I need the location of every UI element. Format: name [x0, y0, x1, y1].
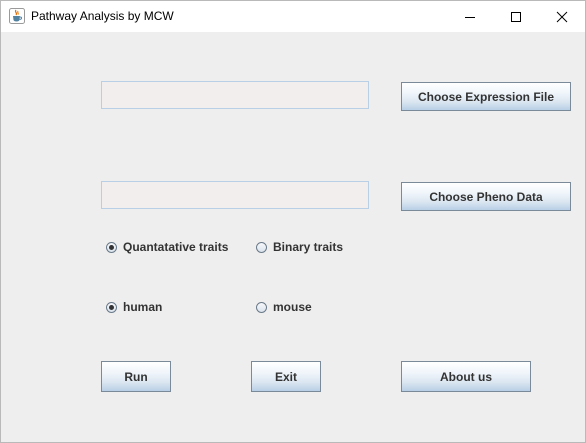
radio-binary-traits[interactable]: Binary traits	[256, 239, 343, 255]
radio-human[interactable]: human	[106, 299, 162, 315]
choose-expression-file-button[interactable]: Choose Expression File	[401, 82, 571, 111]
pheno-data-field[interactable]	[101, 181, 369, 209]
radio-checked-icon	[106, 241, 117, 253]
choose-pheno-data-button[interactable]: Choose Pheno Data	[401, 182, 571, 211]
radio-label: Binary traits	[273, 240, 344, 254]
app-window: Pathway Analysis by MCW Choose Expressio…	[0, 0, 586, 443]
radio-checked-icon	[106, 301, 117, 313]
minimize-icon	[465, 16, 475, 18]
radio-label: Quantatative traits	[123, 240, 229, 254]
maximize-button[interactable]	[493, 1, 539, 32]
exit-button[interactable]: Exit	[251, 361, 321, 392]
radio-unchecked-icon	[256, 301, 267, 313]
expression-file-field[interactable]	[101, 81, 369, 109]
minimize-button[interactable]	[447, 1, 493, 32]
title-bar[interactable]: Pathway Analysis by MCW	[1, 1, 585, 32]
radio-unchecked-icon	[256, 241, 267, 253]
run-button[interactable]: Run	[101, 361, 171, 392]
radio-mouse[interactable]: mouse	[256, 299, 312, 315]
radio-label: human	[123, 300, 163, 314]
maximize-icon	[511, 11, 521, 22]
window-title: Pathway Analysis by MCW	[31, 9, 174, 23]
radio-quantitative-traits[interactable]: Quantatative traits	[106, 239, 228, 255]
about-us-button[interactable]: About us	[401, 361, 531, 392]
radio-label: mouse	[273, 300, 312, 314]
close-button[interactable]	[539, 1, 585, 32]
java-cup-icon	[9, 8, 25, 24]
close-icon	[556, 11, 568, 22]
